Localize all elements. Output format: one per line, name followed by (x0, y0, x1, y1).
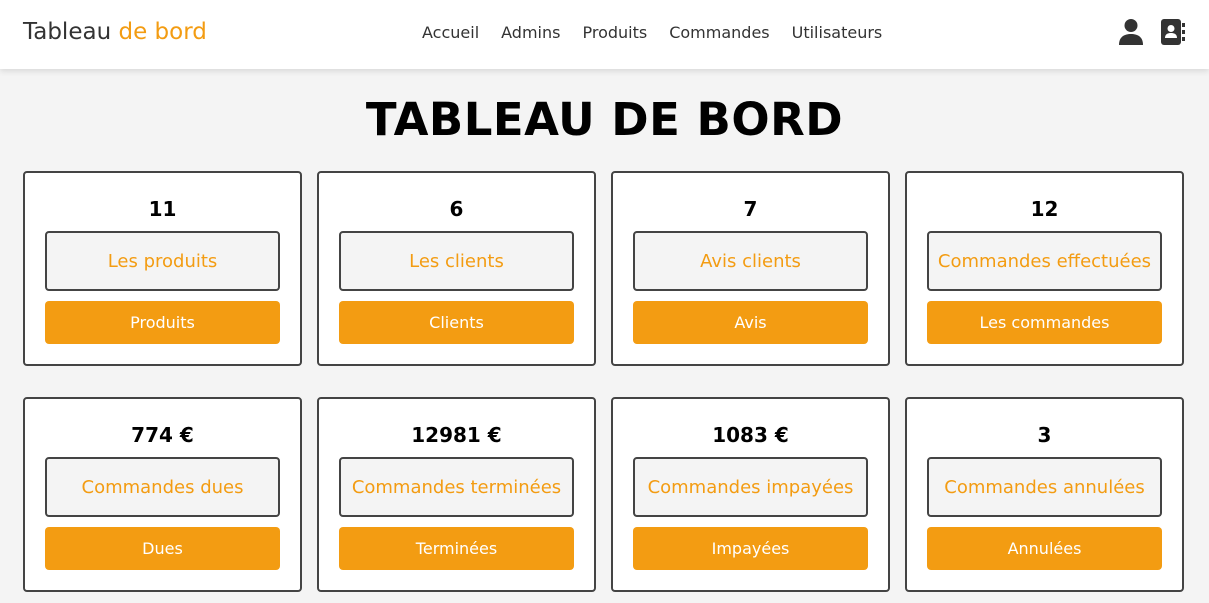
user-icon[interactable] (1119, 18, 1143, 46)
logo[interactable]: Tableau de bord (23, 19, 207, 45)
card-commandes-effectuees: 12 Commandes effectuées Les commandes (905, 171, 1184, 366)
les-commandes-button[interactable]: Les commandes (927, 301, 1162, 344)
card-commandes-impayees: 1083 € Commandes impayées Impayées (611, 397, 890, 592)
main-nav: Accueil Admins Produits Commandes Utilis… (422, 23, 904, 42)
card-commandes-annulees: 3 Commandes annulées Annulées (905, 397, 1184, 592)
card-clients: 6 Les clients Clients (317, 171, 596, 366)
logo-main: Tableau (23, 19, 112, 45)
produits-button[interactable]: Produits (45, 301, 280, 344)
card-commandes-dues: 774 € Commandes dues Dues (23, 397, 302, 592)
card-label: Avis clients (633, 231, 868, 291)
nav-accueil[interactable]: Accueil (422, 23, 479, 42)
card-count: 7 (743, 197, 758, 221)
dues-button[interactable]: Dues (45, 527, 280, 570)
nav-utilisateurs[interactable]: Utilisateurs (792, 23, 883, 42)
nav-admins[interactable]: Admins (501, 23, 560, 42)
clients-button[interactable]: Clients (339, 301, 574, 344)
card-label: Commandes effectuées (927, 231, 1162, 291)
card-count: 11 (148, 197, 177, 221)
card-count: 12981 € (411, 423, 502, 447)
card-label: Commandes annulées (927, 457, 1162, 517)
card-count: 1083 € (712, 423, 789, 447)
contacts-book-icon[interactable] (1161, 18, 1185, 46)
card-produits: 11 Les produits Produits (23, 171, 302, 366)
card-label: Les clients (339, 231, 574, 291)
card-label: Commandes dues (45, 457, 280, 517)
card-count: 12 (1030, 197, 1059, 221)
nav-commandes[interactable]: Commandes (669, 23, 769, 42)
card-count: 6 (449, 197, 464, 221)
card-label: Commandes terminées (339, 457, 574, 517)
card-count: 774 € (131, 423, 194, 447)
logo-accent: de bord (118, 19, 207, 45)
impayees-button[interactable]: Impayées (633, 527, 868, 570)
header-icons (1119, 18, 1185, 46)
page-title: TABLEAU DE BORD (365, 93, 844, 146)
terminees-button[interactable]: Terminées (339, 527, 574, 570)
stats-grid: 11 Les produits Produits 6 Les clients C… (23, 171, 1184, 592)
card-commandes-terminees: 12981 € Commandes terminées Terminées (317, 397, 596, 592)
card-count: 3 (1037, 423, 1052, 447)
avis-button[interactable]: Avis (633, 301, 868, 344)
card-label: Les produits (45, 231, 280, 291)
top-header: Tableau de bord Accueil Admins Produits … (0, 0, 1209, 69)
annulees-button[interactable]: Annulées (927, 527, 1162, 570)
nav-produits[interactable]: Produits (582, 23, 647, 42)
card-label: Commandes impayées (633, 457, 868, 517)
card-avis: 7 Avis clients Avis (611, 171, 890, 366)
